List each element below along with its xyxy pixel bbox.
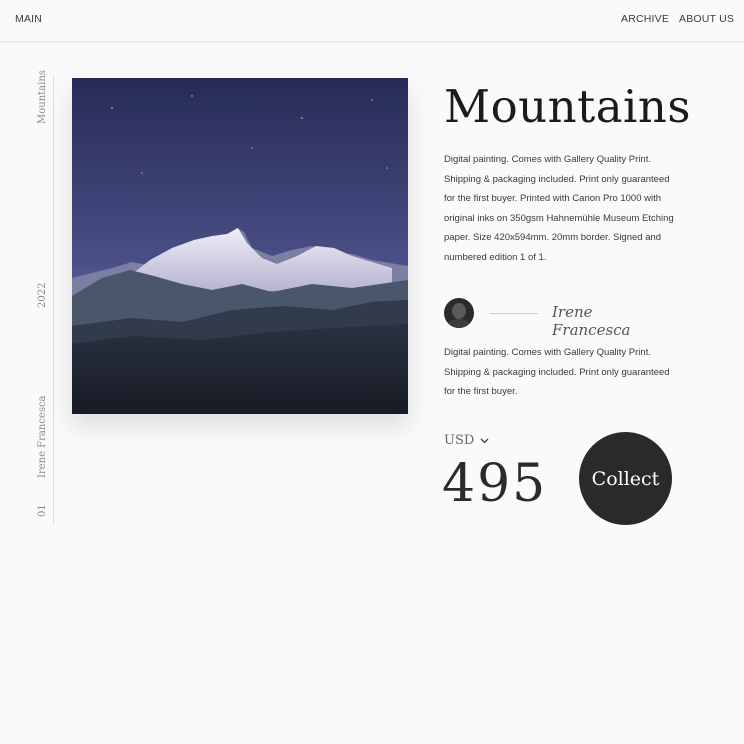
artist-divider (490, 313, 538, 314)
avatar[interactable] (444, 298, 474, 328)
artwork-description: Digital painting. Comes with Gallery Qua… (444, 154, 674, 263)
chevron-down-icon (480, 438, 489, 443)
mountain-landscape-image (72, 78, 408, 414)
artist-row: Irene Francesca (444, 298, 674, 339)
artwork-title: Mountains (444, 80, 692, 133)
sidebar-divider (53, 76, 54, 524)
nav-archive-link[interactable]: ARCHIVE (621, 13, 669, 25)
price-value: 495 (442, 454, 548, 514)
top-navigation: MAIN ARCHIVE ABOUT US (0, 0, 744, 42)
nav-main-link[interactable]: MAIN (15, 13, 42, 25)
currency-selector[interactable]: USD (444, 433, 489, 448)
nav-about-link[interactable]: ABOUT US (679, 13, 734, 25)
sidebar-title: Mountains (37, 70, 48, 124)
artwork-short-description: Digital painting. Comes with Gallery Qua… (444, 347, 670, 398)
currency-label: USD (444, 433, 475, 448)
collect-button[interactable]: Collect (579, 432, 672, 525)
sidebar-number: 01 (37, 504, 48, 517)
sidebar-artist: Irene Francesca (37, 395, 48, 478)
sidebar-year: 2022 (37, 282, 48, 308)
artwork-image (72, 78, 408, 414)
artist-portrait-icon (444, 298, 474, 328)
artist-name[interactable]: Irene Francesca (552, 303, 674, 339)
